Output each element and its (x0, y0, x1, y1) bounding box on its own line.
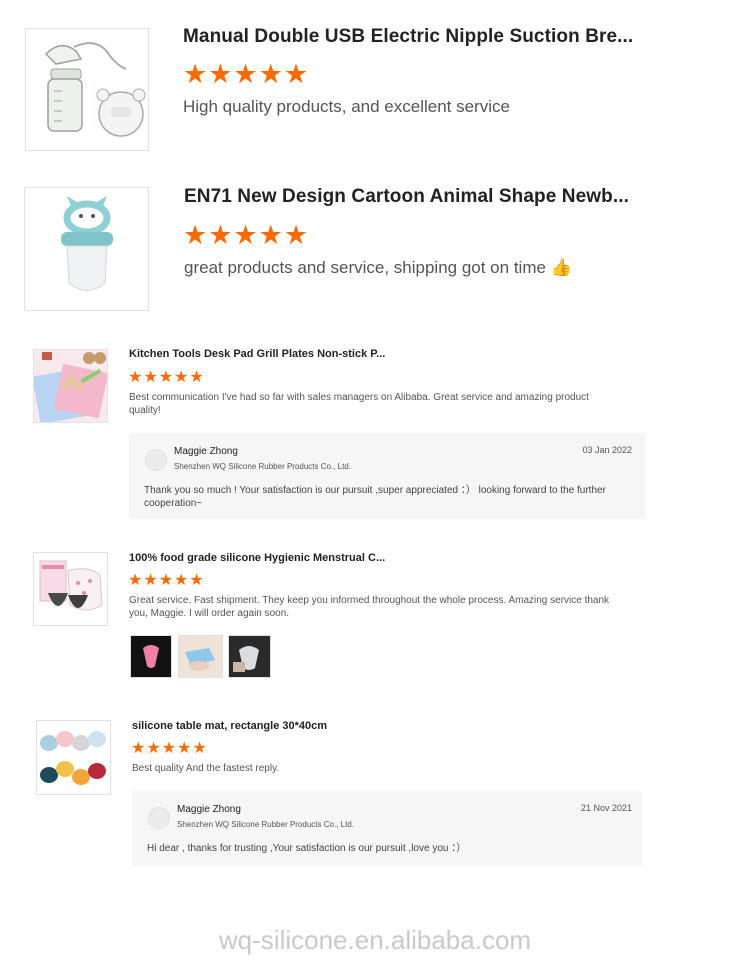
review-comment: High quality products, and excellent ser… (183, 97, 510, 116)
reply-company: Shenzhen WQ Silicone Rubber Products Co.… (177, 820, 354, 829)
product-title[interactable]: Manual Double USB Electric Nipple Suctio… (183, 26, 633, 48)
review-photo[interactable] (228, 635, 271, 678)
pink-cup-photo (131, 636, 171, 677)
review-comment: great products and service, shipping got… (184, 258, 572, 277)
reply-author-name: Maggie Zhong (174, 446, 238, 457)
product-title[interactable]: EN71 New Design Cartoon Animal Shape New… (184, 186, 629, 208)
review-comment: Best quality And the fastest reply. (132, 763, 280, 774)
product-thumbnail[interactable] (33, 552, 108, 626)
reply-date: 03 Jan 2022 (582, 445, 632, 455)
review-comment: Best communication I've had so far with … (129, 392, 589, 416)
product-thumbnail[interactable] (24, 187, 149, 311)
reply-text: Thank you so much ! Your satisfaction is… (144, 485, 606, 509)
watermark: wq-silicone.en.alibaba.com (218, 925, 532, 955)
clear-cup-photo (229, 636, 270, 677)
rating-stars: ★★★★★ (128, 369, 205, 386)
rating-stars: ★★★★★ (131, 740, 208, 757)
avatar (148, 807, 170, 829)
seller-reply: Maggie Zhong Shenzhen WQ Silicone Rubber… (129, 433, 646, 519)
product-title[interactable]: 100% food grade silicone Hygienic Menstr… (129, 552, 385, 564)
product-thumbnail[interactable] (25, 28, 149, 151)
baking-mat-product-image (34, 350, 107, 422)
review-photo[interactable] (178, 635, 223, 678)
review-comment: Great service. Fast shipment. They keep … (129, 595, 610, 619)
product-title[interactable]: Kitchen Tools Desk Pad Grill Plates Non-… (129, 348, 385, 360)
reply-company: Shenzhen WQ Silicone Rubber Products Co.… (174, 462, 351, 471)
rating-stars: ★★★★★ (128, 572, 205, 589)
product-thumbnail[interactable] (36, 720, 111, 795)
avatar (145, 449, 167, 471)
reply-text: Hi dear , thanks for trusting ,Your sati… (147, 843, 467, 854)
breast-pump-product-image (26, 29, 148, 150)
product-thumbnail[interactable] (33, 349, 108, 423)
product-title[interactable]: silicone table mat, rectangle 30*40cm (132, 720, 327, 732)
rating-stars: ★★★★★ (183, 59, 310, 89)
menstrual-cup-product-image (34, 553, 107, 625)
seller-reply: Maggie Zhong Shenzhen WQ Silicone Rubber… (132, 791, 642, 866)
baby-feeder-product-image (25, 188, 148, 310)
reply-date: 21 Nov 2021 (580, 803, 632, 813)
table-mat-product-image (37, 721, 110, 794)
review-photo[interactable] (130, 635, 172, 678)
rating-stars: ★★★★★ (183, 220, 310, 250)
blue-cup-photo (179, 636, 222, 677)
reply-author-name: Maggie Zhong (177, 804, 241, 815)
